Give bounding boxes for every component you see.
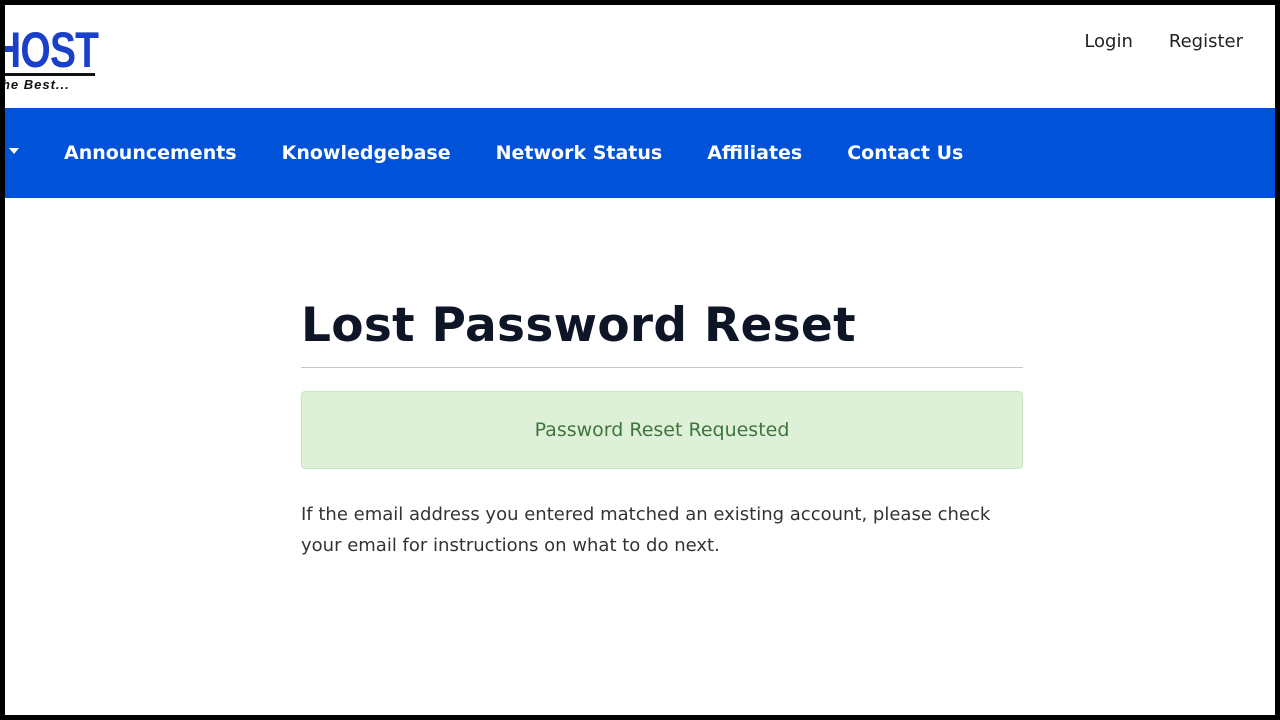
register-link[interactable]: Register [1169,31,1243,53]
success-alert: Password Reset Requested [301,391,1023,469]
nav-menu: Announcements Knowledgebase Network Stat… [64,108,963,198]
info-message: If the email address you entered matched… [301,504,991,556]
title-divider [301,367,1023,368]
login-link[interactable]: Login [1084,31,1133,53]
nav-item-network-status[interactable]: Network Status [496,141,663,165]
main-content: Lost Password Reset Password Reset Reque… [301,295,1023,561]
chevron-down-icon[interactable] [9,148,19,154]
nav-item-knowledgebase[interactable]: Knowledgebase [282,141,451,165]
nav-item-contact-us[interactable]: Contact Us [847,141,963,165]
logo-tagline: The Best... [5,77,70,92]
nav-item-announcements[interactable]: Announcements [64,141,237,165]
account-links: Login Register [1084,31,1243,53]
nav-item-affiliates[interactable]: Affiliates [707,141,802,165]
site-logo[interactable]: HOST The Best... [5,21,113,96]
logo-text: HOST [5,22,99,78]
page-title: Lost Password Reset [301,298,856,353]
main-navbar: Announcements Knowledgebase Network Stat… [5,108,1275,198]
site-header: HOST The Best... Login Register [5,5,1275,108]
alert-message: Password Reset Requested [534,419,790,441]
browser-viewport: HOST The Best... Login Register Announce… [5,5,1275,715]
logo-underline [5,73,95,76]
